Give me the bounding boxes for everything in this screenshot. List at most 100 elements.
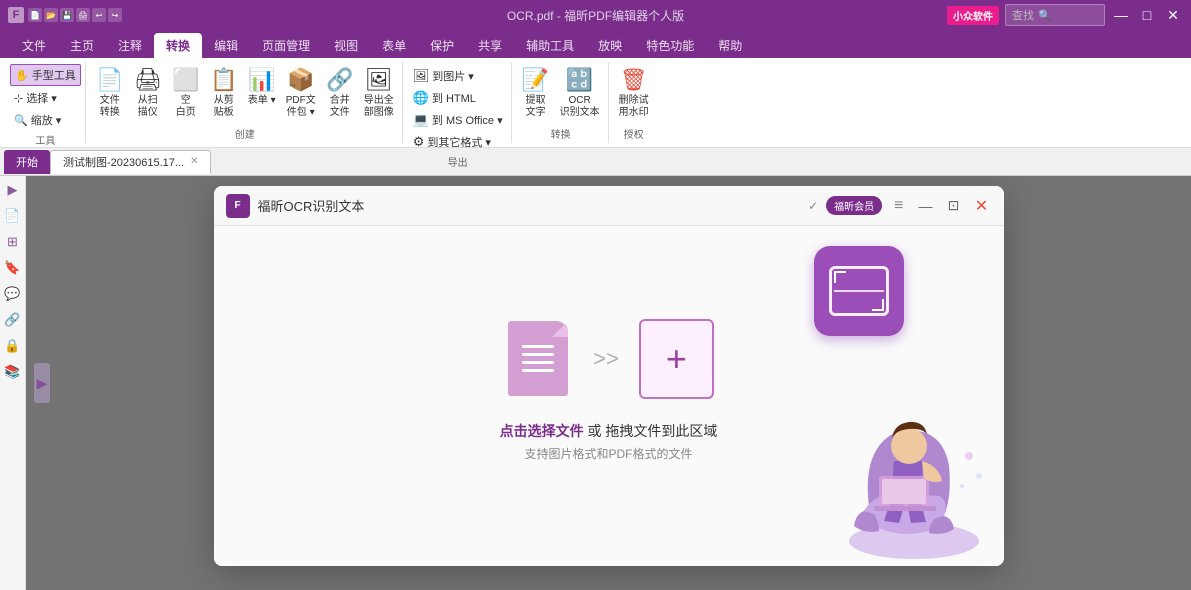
tab-view[interactable]: 视图 <box>322 33 370 58</box>
dialog-titlebar: F 福昕OCR识别文本 ✓ 福昕会员 ≡ — ⊡ ✕ <box>214 186 1004 226</box>
form-btn[interactable]: 📊 表单 ▾ <box>244 64 280 109</box>
dialog-restore-btn[interactable]: ⊡ <box>944 196 964 216</box>
upload-section: >> + <box>503 316 714 401</box>
tab-edit[interactable]: 编辑 <box>202 33 250 58</box>
tab-form[interactable]: 表单 <box>370 33 418 58</box>
window-close-btn[interactable]: ✕ <box>1163 5 1183 25</box>
print-btn[interactable]: 🖨 <box>76 8 90 22</box>
to-image-btn[interactable]: 🖼 到图片 ▾ <box>409 66 507 86</box>
remove-watermark-btn[interactable]: 🗑 删除试用水印 <box>615 64 653 121</box>
sidebar-icon-layers[interactable]: ⊞ <box>3 232 23 252</box>
sidebar-icon-layers2[interactable]: 📚 <box>3 362 23 382</box>
dialog-minimize-btn[interactable]: — <box>916 196 936 216</box>
sidebar-icon-lock[interactable]: 🔒 <box>3 336 23 356</box>
dialog-title-text: 福昕OCR识别文本 <box>258 196 365 215</box>
ocr-btn[interactable]: 🔡 OCR识别文本 <box>556 64 604 121</box>
convert-items: 📝 提取文字 🔡 OCR识别文本 <box>518 64 604 124</box>
file-shape <box>508 321 568 396</box>
to-ms-office-btn[interactable]: 💻 到 MS Office ▾ <box>409 110 507 130</box>
tab-home[interactable]: 主页 <box>58 33 106 58</box>
menu-icon: ≡ <box>894 197 903 215</box>
tab-file[interactable]: 文件 <box>10 33 58 58</box>
tab-close-icon[interactable]: ✕ <box>190 156 198 167</box>
tab-document-label: 测试制图-20230615.17... <box>63 154 184 170</box>
clipboard-icon: 📋 <box>210 66 238 94</box>
hand-icon: ✋ <box>15 69 29 82</box>
undo-btn[interactable]: ↩ <box>92 8 106 22</box>
search-placeholder: 查找 <box>1012 7 1034 23</box>
other-label: 到其它格式 ▾ <box>427 134 491 150</box>
hand-tool-btn[interactable]: ✋ 手型工具 <box>10 64 81 86</box>
quick-access-toolbar: 📄 📂 💾 🖨 ↩ ↪ <box>28 8 122 22</box>
export-images-btn[interactable]: 🖼 导出全部图像 <box>360 64 398 121</box>
upload-text-area: 点击选择文件 或 拖拽文件到此区域 支持图片格式和PDF格式的文件 <box>500 421 718 462</box>
extract-text-btn[interactable]: 📝 提取文字 <box>518 64 554 121</box>
sidebar-icon-bookmark[interactable]: 🔖 <box>3 258 23 278</box>
ribbon-group-tools: ✋ 手型工具 ⊹ 选择 ▾ 🔍 缩放 ▾ 工具 <box>6 62 86 143</box>
sidebar-icon-page[interactable]: 📄 <box>3 206 23 226</box>
ocr-scan-line <box>834 290 884 292</box>
tab-annotation[interactable]: 注释 <box>106 33 154 58</box>
redo-btn[interactable]: ↪ <box>108 8 122 22</box>
tab-help[interactable]: 帮助 <box>706 33 754 58</box>
blank-icon: ⬜ <box>172 66 200 94</box>
file-line-3 <box>522 361 554 364</box>
save-btn[interactable]: 💾 <box>60 8 74 22</box>
ocr-icon: 🔡 <box>566 66 594 94</box>
file-convert-btn[interactable]: 📄 文件转换 <box>92 64 128 121</box>
source-file-icon <box>503 316 573 401</box>
tab-special[interactable]: 特色功能 <box>634 33 706 58</box>
tab-document[interactable]: 测试制图-20230615.17... ✕ <box>50 150 211 174</box>
blank-page-btn[interactable]: ⬜ 空白页 <box>168 64 204 121</box>
ribbon-group-create: 📄 文件转换 🖨 从扫描仪 ⬜ 空白页 📋 从剪贴板 📊 表单 ▾ 📦 P <box>88 62 403 143</box>
to-other-btn[interactable]: ⚙ 到其它格式 ▾ <box>409 132 507 152</box>
other-icon: ⚙ <box>413 134 425 150</box>
member-badge[interactable]: 福昕会员 <box>826 196 882 215</box>
open-btn[interactable]: 📂 <box>44 8 58 22</box>
upload-plus-icon: + <box>666 341 687 377</box>
tab-page-manage[interactable]: 页面管理 <box>250 33 322 58</box>
pdf-package-btn[interactable]: 📦 PDF文件包 ▾ <box>282 64 320 121</box>
tab-tools[interactable]: 辅助工具 <box>514 33 586 58</box>
window-restore-btn[interactable]: □ <box>1137 5 1157 25</box>
to-html-label: 到 HTML <box>432 90 476 106</box>
scanner-btn[interactable]: 🖨 从扫描仪 <box>130 64 166 121</box>
window-minimize-btn[interactable]: — <box>1111 5 1131 25</box>
to-html-btn[interactable]: 🌐 到 HTML <box>409 88 507 108</box>
tab-presentation[interactable]: 放映 <box>586 33 634 58</box>
left-sidebar: ▶ 📄 ⊞ 🔖 💬 🔗 🔒 📚 <box>0 176 26 590</box>
ribbon-group-authorize: 🗑 删除试用水印 授权 <box>611 62 657 143</box>
to-html-icon: 🌐 <box>413 90 429 106</box>
tab-convert[interactable]: 转换 <box>154 33 202 58</box>
zoom-tool-btn[interactable]: 🔍 缩放 ▾ <box>10 110 81 130</box>
upload-btn[interactable]: + <box>639 319 714 399</box>
content-area: ▶ F 福昕OCR识别文本 ✓ 福昕会员 ≡ — <box>26 176 1191 590</box>
new-file-btn[interactable]: 📄 <box>28 8 42 22</box>
form-label: 表单 ▾ <box>248 95 276 107</box>
sidebar-icon-arrow[interactable]: ▶ <box>3 180 23 200</box>
convert-group-label: 转换 <box>551 124 571 141</box>
click-select-label[interactable]: 点击选择文件 <box>500 423 584 439</box>
to-image-label: 到图片 ▾ <box>432 68 474 84</box>
upload-sub-text: 支持图片格式和PDF格式的文件 <box>500 445 718 462</box>
dialog-close-btn[interactable]: ✕ <box>972 196 992 216</box>
select-tool-btn[interactable]: ⊹ 选择 ▾ <box>10 88 81 108</box>
scanner-label: 从扫描仪 <box>138 95 158 119</box>
form-icon: 📊 <box>248 66 276 94</box>
hand-tool-label: 手型工具 <box>32 67 76 83</box>
ocr-label: OCR识别文本 <box>560 95 600 119</box>
clipboard-btn[interactable]: 📋 从剪贴板 <box>206 64 242 121</box>
tab-protect[interactable]: 保护 <box>418 33 466 58</box>
sidebar-icon-link[interactable]: 🔗 <box>3 310 23 330</box>
person-svg <box>814 366 994 566</box>
tab-bar: 开始 测试制图-20230615.17... ✕ <box>0 148 1191 176</box>
tab-start[interactable]: 开始 <box>4 150 50 174</box>
export-items: 🖼 到图片 ▾ 🌐 到 HTML 💻 到 MS Office ▾ ⚙ 到其它格式… <box>409 64 507 152</box>
merge-btn[interactable]: 🔗 合并文件 <box>322 64 358 121</box>
extract-label: 提取文字 <box>526 95 546 119</box>
search-box[interactable]: 查找 🔍 <box>1005 4 1105 26</box>
person-illustration <box>814 366 994 566</box>
tab-share[interactable]: 共享 <box>466 33 514 58</box>
tools-group-label: 工具 <box>35 130 55 147</box>
sidebar-icon-comment[interactable]: 💬 <box>3 284 23 304</box>
